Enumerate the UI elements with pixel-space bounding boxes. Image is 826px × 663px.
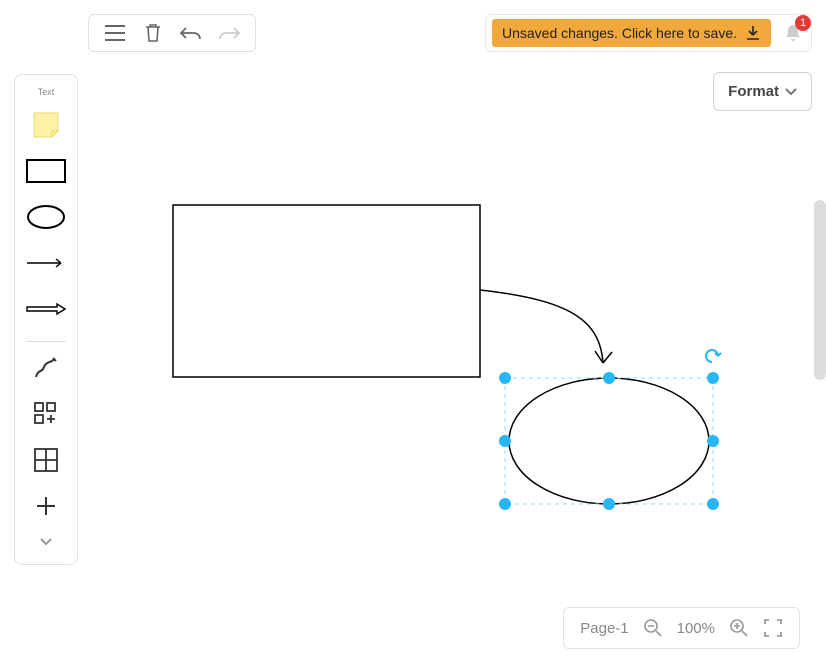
- resize-handle-n[interactable]: [603, 372, 615, 384]
- sidebar-more-icon[interactable]: [22, 532, 70, 552]
- selection-bbox: [505, 378, 713, 504]
- shape-tool-add-shapes[interactable]: [22, 394, 70, 434]
- notification-badge: 1: [795, 15, 811, 31]
- resize-handle-sw[interactable]: [499, 498, 511, 510]
- shape-rectangle[interactable]: [173, 205, 480, 377]
- shape-tool-grid[interactable]: [22, 440, 70, 480]
- status-bar: Page-1 100%: [563, 607, 800, 649]
- resize-handle-se[interactable]: [707, 498, 719, 510]
- magnifier-minus-icon: [644, 619, 662, 637]
- shape-connector[interactable]: [480, 290, 603, 363]
- resize-handle-nw[interactable]: [499, 372, 511, 384]
- save-banner[interactable]: Unsaved changes. Click here to save.: [492, 19, 771, 47]
- sidebar-section-label: Text: [38, 87, 55, 97]
- shape-tool-ellipse[interactable]: [22, 197, 70, 237]
- shape-tool-plus[interactable]: [22, 486, 70, 526]
- zoom-label[interactable]: 100%: [677, 620, 715, 637]
- shape-ellipse[interactable]: [509, 378, 709, 504]
- zoom-out-button[interactable]: [643, 618, 663, 638]
- arrowhead-icon: [595, 351, 612, 363]
- resize-handle-e[interactable]: [707, 435, 719, 447]
- resize-handle-s[interactable]: [603, 498, 615, 510]
- notifications-button[interactable]: 1: [781, 21, 805, 45]
- shape-tool-note[interactable]: [22, 105, 70, 145]
- diagram-canvas[interactable]: [0, 0, 826, 663]
- sidebar-divider: [26, 341, 66, 342]
- format-button[interactable]: Format: [713, 72, 812, 111]
- download-icon: [745, 25, 761, 41]
- shapes-sidebar: Text: [14, 74, 78, 565]
- redo-icon[interactable]: [217, 21, 241, 45]
- save-banner-text: Unsaved changes. Click here to save.: [502, 25, 737, 41]
- fullscreen-button[interactable]: [763, 618, 783, 638]
- shape-tool-rectangle[interactable]: [22, 151, 70, 191]
- menu-icon[interactable]: [103, 21, 127, 45]
- format-button-label: Format: [728, 83, 779, 100]
- resize-handle-w[interactable]: [499, 435, 511, 447]
- shape-tool-open-arrow[interactable]: [22, 289, 70, 329]
- rotate-handle-icon[interactable]: [706, 350, 721, 362]
- top-toolbar: [88, 14, 256, 52]
- fullscreen-icon: [764, 619, 782, 637]
- resize-handle-ne[interactable]: [707, 372, 719, 384]
- shape-tool-thin-arrow[interactable]: [22, 243, 70, 283]
- undo-icon[interactable]: [179, 21, 203, 45]
- magnifier-plus-icon: [730, 619, 748, 637]
- chevron-down-icon: [785, 87, 797, 97]
- page-label[interactable]: Page-1: [580, 620, 628, 637]
- zoom-in-button[interactable]: [729, 618, 749, 638]
- save-banner-container: Unsaved changes. Click here to save. 1: [485, 14, 812, 52]
- trash-icon[interactable]: [141, 21, 165, 45]
- shape-tool-freehand[interactable]: [22, 348, 70, 388]
- vertical-scrollbar[interactable]: [814, 200, 826, 380]
